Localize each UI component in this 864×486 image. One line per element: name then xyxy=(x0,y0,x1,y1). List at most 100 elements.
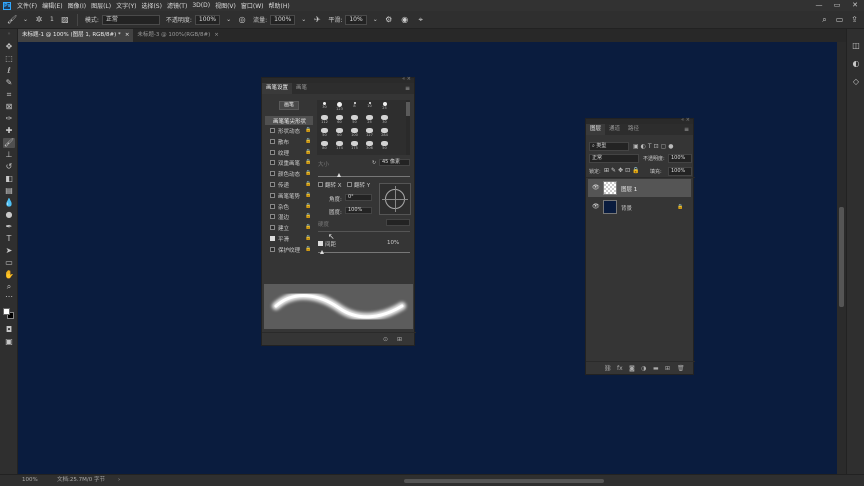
spacing-slider-knob[interactable] xyxy=(320,250,324,254)
brush-option-checkbox[interactable] xyxy=(270,171,275,177)
brush-option-label[interactable]: 画笔笔势 xyxy=(278,192,300,200)
flow-chevron-icon[interactable]: ⌄ xyxy=(301,16,306,23)
brush-preset-tile[interactable]: 306 xyxy=(365,141,374,151)
brush-option-label[interactable]: 颜色动态 xyxy=(278,170,300,178)
toolbar-grip-icon[interactable]: » xyxy=(3,32,15,37)
zoom-level[interactable]: 100% xyxy=(22,475,38,486)
brush-settings-toggle-icon[interactable]: ▨ xyxy=(60,15,70,25)
brush-option-lock-icon[interactable]: 🔒 xyxy=(305,159,311,165)
tab-layers[interactable]: 图层 xyxy=(586,124,606,135)
brush-option-lock-icon[interactable]: 🔒 xyxy=(305,127,311,133)
brush-option-checkbox[interactable] xyxy=(270,128,275,133)
brush-option-lock-icon[interactable]: 🔒 xyxy=(305,213,311,219)
brush-option-label[interactable]: 形状动态 xyxy=(278,127,300,135)
brush-preset-tile[interactable]: 10 xyxy=(365,102,374,112)
angle-field[interactable]: 0° xyxy=(345,194,372,201)
pressure-size-icon[interactable]: ◉ xyxy=(400,15,410,25)
brush-tool-icon[interactable]: 🖌 xyxy=(3,138,15,148)
new-layer-icon[interactable]: ⊞ xyxy=(665,365,670,372)
smoothing-field[interactable]: 10% xyxy=(345,14,367,25)
brush-option-checkbox[interactable] xyxy=(270,138,275,144)
brush-preset-tile[interactable]: 123 xyxy=(335,102,344,112)
brush-preset-tile[interactable]: 25 xyxy=(380,102,389,112)
menu-image[interactable]: 图像(I) xyxy=(68,1,86,10)
tab-channels[interactable]: 通道 xyxy=(605,124,624,135)
tab-paths[interactable]: 路径 xyxy=(624,124,643,135)
menu-edit[interactable]: 编辑(E) xyxy=(42,1,62,10)
size-reset-icon[interactable]: ↻ xyxy=(372,160,376,166)
tab-brushes[interactable]: 画笔 xyxy=(292,83,311,94)
brush-preset-icon[interactable]: ✲ xyxy=(34,15,44,25)
add-mask-icon[interactable]: ◙ xyxy=(629,365,635,372)
document-info[interactable]: 文档:25.7M/0 字节 xyxy=(57,475,105,486)
close-window-button[interactable]: ✕ xyxy=(846,0,864,11)
layer-filter-icons[interactable]: ▣◐T⊡▢● xyxy=(633,142,693,151)
close-tab-icon[interactable]: × xyxy=(125,29,130,42)
brush-option-label[interactable]: 杂色 xyxy=(278,203,289,211)
brush-option-checkbox[interactable] xyxy=(270,192,275,198)
new-brush-icon[interactable]: ⊞ xyxy=(397,336,402,343)
vertical-scrollbar[interactable] xyxy=(837,42,846,474)
brush-option-lock-icon[interactable]: 🔒 xyxy=(305,235,311,241)
menu-window[interactable]: 窗口(W) xyxy=(241,1,264,10)
brush-preset-tile[interactable]: 25 xyxy=(365,115,374,125)
brush-preset-tile[interactable]: 174 xyxy=(335,141,344,151)
brush-preset-tile[interactable]: 50 xyxy=(350,115,359,125)
flip-y-checkbox[interactable] xyxy=(347,182,352,187)
spacing-slider-track[interactable] xyxy=(318,252,410,253)
status-info-chevron-icon[interactable]: › xyxy=(118,475,120,486)
tool-preset-chevron-icon[interactable]: ⌄ xyxy=(23,16,28,23)
brush-option-lock-icon[interactable]: 🔒 xyxy=(305,170,311,176)
layer-name[interactable]: 图层 1 xyxy=(621,185,637,193)
history-brush-tool-icon[interactable]: ↺ xyxy=(3,162,15,172)
panel-menu-icon[interactable]: ≡ xyxy=(405,83,410,94)
layer-name[interactable]: 背景 xyxy=(621,204,632,212)
symmetry-icon[interactable]: ⌖ xyxy=(416,15,426,25)
crop-tool-icon[interactable]: ⌗ xyxy=(3,90,15,100)
menu-type[interactable]: 文字(Y) xyxy=(116,1,136,10)
mode-select[interactable]: 正常 xyxy=(101,14,160,25)
brush-tool-icon[interactable]: 🖌 xyxy=(7,15,17,25)
spacing-checkbox[interactable] xyxy=(318,241,323,246)
brush-option-label[interactable]: 湿边 xyxy=(278,213,289,221)
delete-layer-icon[interactable]: 🗑 xyxy=(677,365,685,372)
flip-x-checkbox[interactable] xyxy=(318,182,323,187)
eyedropper-tool-icon[interactable]: ✑ xyxy=(3,114,15,124)
foreground-color-swatch-front[interactable] xyxy=(3,308,10,315)
brush-option-label[interactable]: 传递 xyxy=(278,181,289,189)
tab-brush-settings[interactable]: 画笔设置 xyxy=(262,83,293,94)
path-selection-tool-icon[interactable]: ➤ xyxy=(3,246,15,256)
blend-mode-select[interactable]: 正常 xyxy=(589,154,639,163)
brush-preset-tile[interactable]: 60 xyxy=(335,115,344,125)
pressure-opacity-icon[interactable]: ◎ xyxy=(237,15,247,25)
brush-option-label[interactable]: 双重画笔 xyxy=(278,159,300,167)
quick-mask-icon[interactable]: ◘ xyxy=(3,325,15,335)
layer-row-1[interactable]: 👁 图层 1 xyxy=(588,179,691,197)
rectangle-tool-icon[interactable]: ▭ xyxy=(3,258,15,268)
brush-option-lock-icon[interactable]: 🔒 xyxy=(305,246,311,252)
brush-preset-tile[interactable]: 175 xyxy=(350,141,359,151)
size-slider-track[interactable] xyxy=(318,176,410,177)
layer-filter-select[interactable]: ⌕ 类型 xyxy=(589,142,629,151)
hand-tool-icon[interactable]: ✋ xyxy=(3,270,15,280)
zoom-tool-icon[interactable]: ⌕ xyxy=(3,282,15,292)
brush-preset-tile[interactable]: 112 xyxy=(320,115,329,125)
presets-scrollbar-thumb[interactable] xyxy=(406,102,410,116)
brush-size-value[interactable]: 1 xyxy=(50,16,54,23)
marquee-tool-icon[interactable]: ⬚ xyxy=(3,54,15,64)
brush-option-lock-icon[interactable]: 🔒 xyxy=(305,181,311,187)
brush-option-checkbox[interactable] xyxy=(270,160,275,166)
brush-option-lock-icon[interactable]: 🔒 xyxy=(305,138,311,144)
group-folder-icon[interactable]: ▬ xyxy=(653,365,659,372)
layer-opacity-field[interactable]: 100% xyxy=(668,154,692,163)
brush-presets-button[interactable]: 画笔 xyxy=(279,101,299,110)
brush-option-checkbox[interactable] xyxy=(270,203,275,209)
brush-preset-tile[interactable]: 50 xyxy=(380,141,389,151)
layer-row-background[interactable]: 👁 背景 🔒 xyxy=(588,198,691,216)
brush-option-checkbox[interactable] xyxy=(270,182,275,187)
brush-option-checkbox[interactable] xyxy=(270,236,275,241)
search-icon[interactable]: ⌕ xyxy=(819,14,830,25)
menu-help[interactable]: 帮助(H) xyxy=(269,1,290,10)
menu-select[interactable]: 选择(S) xyxy=(141,1,162,10)
type-tool-icon[interactable]: T xyxy=(3,234,15,244)
